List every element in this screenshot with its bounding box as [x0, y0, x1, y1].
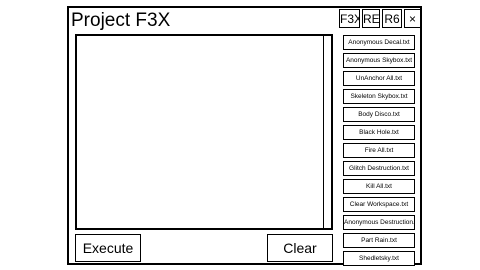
script-item[interactable]: Part Rain.txt	[343, 233, 415, 248]
script-item[interactable]: Black Hole.txt	[343, 125, 415, 140]
executor-window: Project F3X F3X RE R6 × Execute Clear An…	[67, 6, 422, 266]
script-item[interactable]: UnAnchor All.txt	[343, 71, 415, 86]
r6-button[interactable]: R6	[382, 9, 402, 28]
script-list: Anonymous Decal.txt Anonymous Skybox.txt…	[341, 33, 417, 266]
window-title: Project F3X	[71, 10, 171, 31]
f3x-button[interactable]: F3X	[339, 9, 360, 28]
script-item[interactable]: Body Disco.txt	[343, 107, 415, 122]
re-button[interactable]: RE	[362, 9, 380, 28]
editor-scrollbar[interactable]	[323, 36, 331, 228]
execute-button[interactable]: Execute	[75, 234, 141, 262]
script-item[interactable]: Glitch Destruction.txt	[343, 161, 415, 176]
close-button[interactable]: ×	[404, 9, 421, 28]
script-editor	[75, 34, 333, 230]
script-item[interactable]: Fire All.txt	[343, 143, 415, 158]
clear-button[interactable]: Clear	[267, 234, 333, 262]
script-item[interactable]: Anonymous Decal.txt	[343, 35, 415, 50]
script-item[interactable]: Clear Workspace.txt	[343, 197, 415, 212]
script-input[interactable]	[77, 36, 323, 228]
script-item[interactable]: Anonymous Destruction.txt	[343, 215, 415, 230]
script-item[interactable]: Kill All.txt	[343, 179, 415, 194]
script-item[interactable]: Skeleton Skybox.txt	[343, 89, 415, 104]
script-item[interactable]: Shedletsky.txt	[343, 251, 415, 266]
script-item[interactable]: Anonymous Skybox.txt	[343, 53, 415, 68]
